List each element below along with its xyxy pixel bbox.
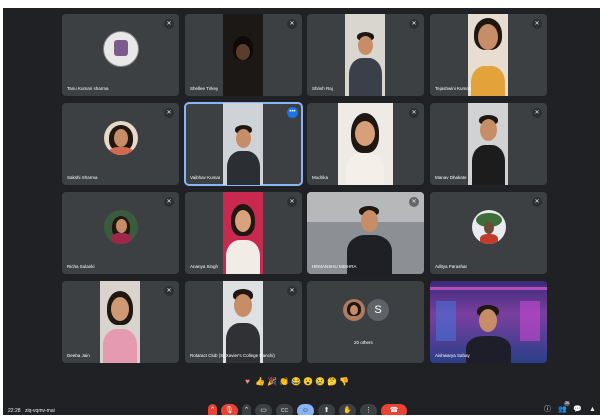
participant-tile[interactable]: ✕ Tejashwini Kumari — [430, 14, 547, 96]
mic-muted-icon: ✕ — [409, 19, 419, 29]
mic-muted-icon: ✕ — [287, 286, 297, 296]
avatar — [102, 31, 139, 68]
leave-call-button[interactable]: ☎ — [381, 403, 407, 415]
reactions-button[interactable]: ☺ — [297, 403, 314, 415]
participant-tile-speaking[interactable]: ••• Vaibhav Kumar — [184, 102, 303, 186]
participant-tile[interactable]: ✕ Shellee Tirkey — [185, 14, 302, 96]
mic-muted-icon: ✕ — [164, 19, 174, 29]
meeting-code: ziq-vqmv-mai — [25, 408, 55, 414]
surprised-reaction-icon[interactable]: 😮 — [303, 377, 313, 386]
heart-reaction-icon[interactable]: ♥ — [243, 377, 252, 386]
camera-toggle-button[interactable]: ▭ — [255, 403, 272, 415]
avatar — [103, 210, 138, 245]
participant-name: Aishwarya Sahay — [435, 353, 470, 358]
participant-video — [307, 192, 424, 274]
participant-name: Tejashwini Kumari — [435, 86, 472, 91]
participant-name: Aditya Parashar — [435, 264, 468, 269]
others-initial-avatar: S — [367, 299, 389, 321]
participant-tile[interactable]: ✕ Rotaract Club (St Xavier's College Ran… — [185, 281, 302, 363]
participant-video — [223, 103, 263, 185]
call-controls: ⌃ 🎙 ⌃ ▭ CC ☺ ⬆ ✋ ⋮ ☎ — [208, 403, 407, 415]
mic-options-chevron-icon[interactable]: ⌃ — [208, 403, 217, 415]
thumbs-down-reaction-icon[interactable]: 👎 — [339, 377, 349, 386]
meet-window: ✕ Tanu Kumari sharma ✕ Shellee Tirkey ✕ … — [3, 8, 600, 415]
participant-video — [223, 281, 263, 363]
participant-video — [468, 103, 508, 185]
people-button[interactable]: 👥 26 — [558, 401, 570, 415]
clap-reaction-icon[interactable]: 👏 — [279, 377, 289, 386]
party-popper-reaction-icon[interactable]: 🎉 — [267, 377, 277, 386]
sad-reaction-icon[interactable]: 😢 — [315, 377, 325, 386]
participant-name: Shrish Raj — [312, 86, 333, 91]
thinking-reaction-icon[interactable]: 🤔 — [327, 377, 337, 386]
thumbs-up-reaction-icon[interactable]: 👍 — [255, 377, 265, 386]
mic-muted-icon: ✕ — [532, 197, 542, 207]
participant-name: Sakshi Sharma — [67, 175, 98, 180]
participant-video — [338, 103, 393, 185]
captions-button[interactable]: CC — [276, 403, 293, 415]
participant-name: Deeba Jain — [67, 353, 90, 358]
participant-name: HEMANSHU MISHRA — [312, 264, 357, 269]
people-count-badge: 26 — [564, 401, 570, 406]
mic-toggle-button[interactable]: 🎙 — [221, 403, 238, 415]
mic-muted-icon: ✕ — [164, 108, 174, 118]
raise-hand-button[interactable]: ✋ — [339, 403, 356, 415]
participant-tile[interactable]: ✕ Shrish Raj — [307, 14, 424, 96]
others-tile[interactable]: S 20 others — [307, 281, 424, 363]
more-options-button[interactable]: ⋮ — [360, 403, 377, 415]
participant-name: Shellee Tirkey — [190, 86, 219, 91]
mic-muted-icon: ✕ — [409, 108, 419, 118]
participant-video — [345, 14, 385, 96]
participant-name: Richa Sulanki — [67, 264, 95, 269]
avatar — [343, 299, 365, 321]
participant-tile[interactable]: ✕ Tanu Kumari sharma — [62, 14, 179, 96]
participant-video — [100, 281, 140, 363]
participant-video — [468, 14, 508, 96]
participant-name: Rotaract Club (St Xavier's College Ranch… — [190, 353, 275, 358]
avatar — [471, 210, 506, 245]
side-panel-buttons: ⓘ 👥 26 💬 ▲ — [543, 401, 597, 415]
participant-tile[interactable]: ✕ Mudrika — [307, 103, 424, 185]
activities-icon[interactable]: ▲ — [588, 405, 597, 415]
meeting-time: 22:28 — [8, 408, 21, 414]
participant-tile[interactable]: ✕ Sakshi Sharma — [62, 103, 179, 185]
mic-muted-icon: ✕ — [287, 197, 297, 207]
speaking-indicator-icon: ••• — [287, 107, 298, 118]
camera-options-chevron-icon[interactable]: ⌃ — [242, 403, 251, 415]
avatar — [103, 121, 138, 156]
participant-tile[interactable]: ✕ Manav Dhakate — [430, 103, 547, 185]
others-count: 20 others — [354, 340, 373, 345]
participant-tile[interactable]: ✕ Deeba Jain — [62, 281, 179, 363]
present-screen-button[interactable]: ⬆ — [318, 403, 335, 415]
mic-muted-icon: ✕ — [532, 108, 542, 118]
participant-name: Manav Dhakate — [435, 175, 467, 180]
info-icon[interactable]: ⓘ — [543, 405, 552, 415]
participant-name: Vaibhav Kumar — [190, 175, 221, 180]
reactions-bar: ♥ 👍 🎉 👏 😂 😮 😢 🤔 👎 — [243, 377, 349, 389]
chat-icon[interactable]: 💬 — [573, 405, 582, 415]
participant-tile[interactable]: ✕ Ananya Singh — [185, 192, 302, 274]
participant-video — [223, 192, 263, 274]
participant-video — [223, 14, 263, 96]
participant-tile[interactable]: Aishwarya Sahay — [430, 281, 547, 363]
mic-muted-icon: ✕ — [532, 19, 542, 29]
participant-name: Ananya Singh — [190, 264, 219, 269]
participant-video — [430, 281, 547, 363]
mic-muted-icon: ✕ — [164, 197, 174, 207]
participant-name: Mudrika — [312, 175, 329, 180]
mic-muted-icon: ✕ — [409, 197, 419, 207]
participant-tile[interactable]: ✕ Richa Sulanki — [62, 192, 179, 274]
laugh-reaction-icon[interactable]: 😂 — [291, 377, 301, 386]
participant-name: Tanu Kumari sharma — [67, 86, 109, 91]
participant-tile[interactable]: ✕ Aditya Parashar — [430, 192, 547, 274]
participant-tile[interactable]: ✕ HEMANSHU MISHRA — [307, 192, 424, 274]
mic-muted-icon: ✕ — [164, 286, 174, 296]
mic-muted-icon: ✕ — [287, 19, 297, 29]
people-icon: 👥 — [558, 406, 567, 413]
